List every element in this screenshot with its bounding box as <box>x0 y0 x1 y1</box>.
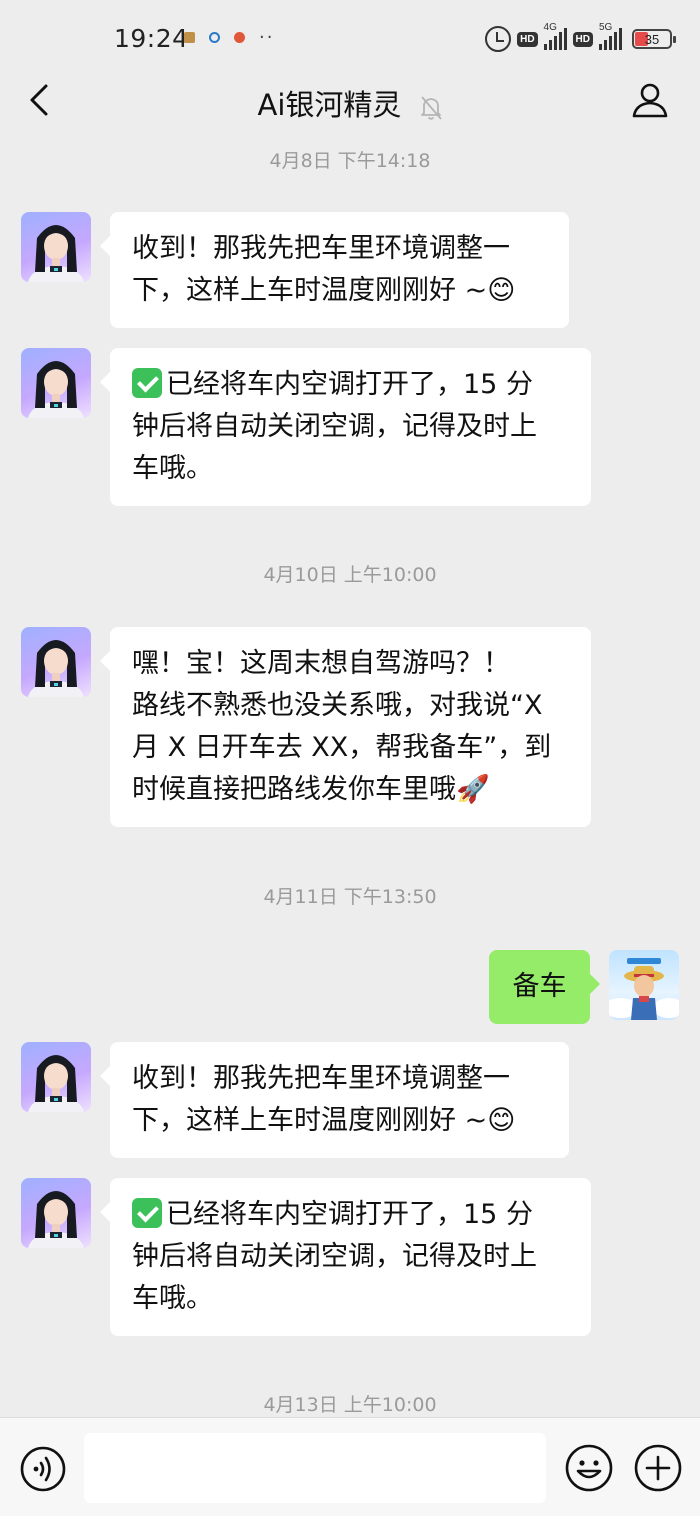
message-line: 路线不熟悉也没关系哦，对我说“X <box>132 690 543 721</box>
message-line: 钟后将自动关闭空调，记得及时上 <box>132 1241 537 1272</box>
bot-avatar[interactable] <box>21 1042 91 1112</box>
check-mark-icon <box>132 1198 162 1228</box>
page-title: Ai银河精灵 <box>257 88 402 122</box>
bell-off-icon <box>420 95 442 120</box>
message-line: 月 X 日开车去 XX，帮我备车”，到 <box>132 732 552 763</box>
battery-icon: 35 <box>632 29 676 49</box>
message-line: 嘿！宝！这周末想自驾游吗？！ <box>132 648 510 679</box>
message-line: 车哦。 <box>132 1283 213 1314</box>
more-notifications-icon: ·· <box>259 27 275 48</box>
bot-avatar[interactable] <box>21 1178 91 1248</box>
timestamp: 4月13日 上午10:00 <box>263 1394 437 1416</box>
timestamp: 4月11日 下午13:50 <box>263 886 437 908</box>
bot-avatar[interactable] <box>21 348 91 418</box>
timestamp: 4月8日 下午14:18 <box>269 150 431 172</box>
alarm-icon <box>485 26 512 52</box>
hd-badge: HD <box>517 31 538 47</box>
my-message-bubble[interactable]: 备车 <box>489 950 600 1024</box>
message-line: 下，这样上车时温度刚刚好 ~😊 <box>132 1105 516 1136</box>
voice-icon[interactable] <box>19 1445 67 1493</box>
system-icons: HD 4G HD 5G 35 <box>485 22 676 52</box>
signal-icon: 5G <box>599 22 622 50</box>
message-line: 时候直接把路线发你车里哦🚀 <box>132 774 490 805</box>
message-line: 下，这样上车时温度刚刚好 ~😊 <box>132 275 516 306</box>
app-notification-icon <box>234 32 245 43</box>
input-bar <box>0 1417 700 1516</box>
timestamp: 4月10日 上午10:00 <box>263 564 437 586</box>
message-bubble[interactable]: 收到！那我先把车里环境调整一 下，这样上车时温度刚刚好 ~😊 <box>100 212 569 328</box>
title-wrap: Ai银河精灵 <box>0 82 700 124</box>
bot-avatar[interactable] <box>21 212 91 282</box>
message-line: 备车 <box>512 971 567 1002</box>
person-icon[interactable] <box>630 80 670 120</box>
battery-level: 35 <box>644 31 660 47</box>
message-bubble[interactable]: 嘿！宝！这周末想自驾游吗？！ 路线不熟悉也没关系哦，对我说“X 月 X 日开车去… <box>100 627 591 827</box>
status-time: 19:24 <box>114 24 189 53</box>
chat-header: Ai银河精灵 <box>0 70 700 132</box>
user-avatar[interactable] <box>609 950 679 1020</box>
app-notification-icon <box>209 32 220 43</box>
message-line: 已经将车内空调打开了，15 分 <box>132 1194 569 1236</box>
app-notification-icon <box>184 32 195 43</box>
smiley-icon[interactable] <box>564 1443 614 1493</box>
message-bubble[interactable]: 已经将车内空调打开了，15 分 钟后将自动关闭空调，记得及时上 车哦。 <box>100 1178 591 1336</box>
message-input[interactable] <box>84 1433 546 1503</box>
message-bubble[interactable]: 已经将车内空调打开了，15 分 钟后将自动关闭空调，记得及时上 车哦。 <box>100 348 591 506</box>
message-line: 收到！那我先把车里环境调整一 <box>132 1063 510 1094</box>
plus-circle-icon[interactable] <box>633 1443 683 1493</box>
message-text: 已经将车内空调打开了，15 分 <box>166 369 533 400</box>
message-line: 钟后将自动关闭空调，记得及时上 <box>132 411 537 442</box>
network-type-label: 4G <box>543 22 557 33</box>
status-bar: 19:24 ·· HD 4G HD 5G 35 <box>0 0 700 80</box>
message-line: 车哦。 <box>132 453 213 484</box>
bot-avatar[interactable] <box>21 627 91 697</box>
notification-icons: ·· <box>184 27 275 48</box>
message-bubble[interactable]: 收到！那我先把车里环境调整一 下，这样上车时温度刚刚好 ~😊 <box>100 1042 569 1158</box>
message-text: 已经将车内空调打开了，15 分 <box>166 1199 533 1230</box>
chat-area[interactable]: 4月8日 下午14:18 收到！那我先把车里环境调整一 下，这样上车时温度刚刚好… <box>0 132 700 1417</box>
hd-badge: HD <box>572 31 593 47</box>
network-type-label: 5G <box>599 22 613 33</box>
signal-icon: 4G <box>543 22 567 50</box>
check-mark-icon <box>132 368 162 398</box>
message-line: 已经将车内空调打开了，15 分 <box>132 364 569 406</box>
message-line: 收到！那我先把车里环境调整一 <box>132 233 510 264</box>
